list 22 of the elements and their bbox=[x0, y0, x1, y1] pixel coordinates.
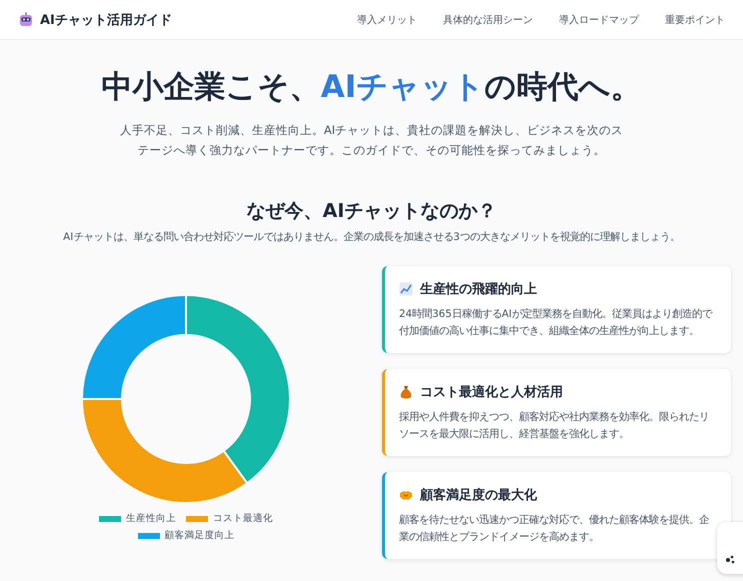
nav-link[interactable]: 具体的な活用シーン bbox=[443, 12, 533, 26]
card-text: 24時間365日稼働するAIが定型業務を自動化。従業員はより創造的で付加価値の高い仕事に集中でき、組織全体の生産性が向上します。 bbox=[399, 307, 714, 339]
site-title[interactable]: AIチャット活用ガイド bbox=[40, 10, 172, 28]
hero-title: 中小企業こそ、AIチャット の時代へ。 bbox=[100, 68, 642, 107]
card-text: 顧客を待たせない迅速かつ正確な対応で、優れた顧客体験を提供。企業の信頼性とブランドイメージを高めます。 bbox=[399, 513, 710, 545]
card-title: 生産性の飛躍的向上 bbox=[420, 280, 537, 298]
dots-icon bbox=[725, 554, 737, 564]
money-bag-icon bbox=[399, 385, 413, 399]
legend-label: 生産性向上 bbox=[126, 512, 176, 525]
section-lead: AIチャットは、単なる問い合わせ対応ツールではありません。企業の成長を加速させる3つの大きなメリットを視覚的に理解しましょう。 bbox=[62, 230, 681, 244]
robot-icon bbox=[18, 12, 34, 28]
section-title: なぜ今、AIチャットなのか？ bbox=[246, 199, 498, 224]
card-text: 採用や人件費を抑えつつ、顧客対応や社内業務を効率化。限られたリソースを最大限に活用し、経営基盤を強化します。 bbox=[399, 410, 710, 442]
nav-link[interactable]: 導入ロードマップ bbox=[559, 12, 639, 26]
chart-icon bbox=[399, 282, 413, 296]
legend-label: 顧客満足度向上 bbox=[164, 529, 234, 542]
nav-link[interactable]: 導入メリット bbox=[357, 12, 417, 26]
card-title: 顧客満足度の最大化 bbox=[420, 486, 537, 504]
card-title: コスト最適化と人材活用 bbox=[420, 384, 563, 401]
hero-subtitle: 人手不足、コスト削減、生産性向上。AIチャットは、貴社の課題を解決し、ビジネスを次のステージへ導く強力なパートナーです。このガイドで、その可能性を探ってみましょう。 bbox=[118, 122, 624, 159]
legend-label: コスト最適化 bbox=[213, 512, 273, 525]
nav-link[interactable]: 重要ポイント bbox=[665, 12, 725, 26]
